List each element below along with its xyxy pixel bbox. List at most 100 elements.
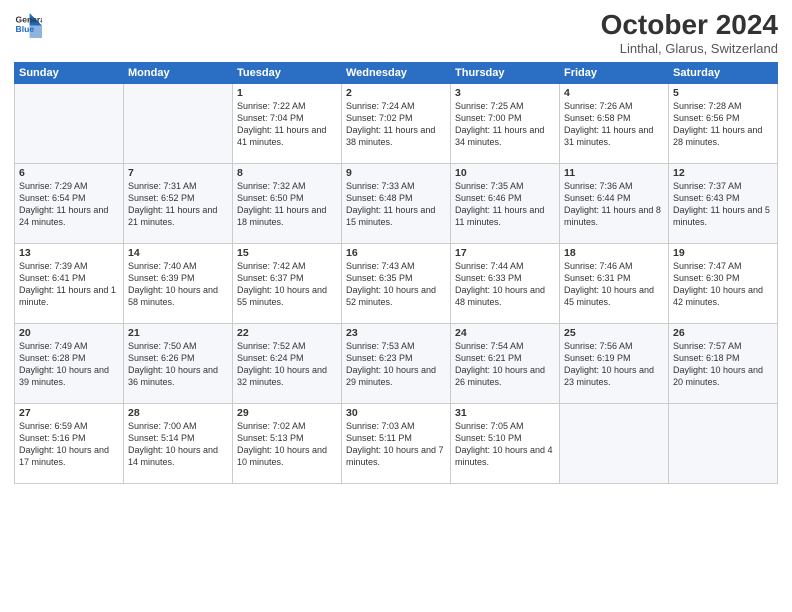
day-number: 12 [673, 167, 773, 179]
day-info: Sunrise: 7:22 AM Sunset: 7:04 PM Dayligh… [237, 100, 337, 149]
col-saturday: Saturday [669, 62, 778, 83]
calendar-cell: 10Sunrise: 7:35 AM Sunset: 6:46 PM Dayli… [451, 163, 560, 243]
day-info: Sunrise: 7:47 AM Sunset: 6:30 PM Dayligh… [673, 260, 773, 309]
col-thursday: Thursday [451, 62, 560, 83]
day-info: Sunrise: 6:59 AM Sunset: 5:16 PM Dayligh… [19, 420, 119, 469]
day-info: Sunrise: 7:03 AM Sunset: 5:11 PM Dayligh… [346, 420, 446, 469]
day-info: Sunrise: 7:39 AM Sunset: 6:41 PM Dayligh… [19, 260, 119, 309]
day-number: 8 [237, 167, 337, 179]
calendar-week-5: 27Sunrise: 6:59 AM Sunset: 5:16 PM Dayli… [15, 403, 778, 483]
calendar-cell: 13Sunrise: 7:39 AM Sunset: 6:41 PM Dayli… [15, 243, 124, 323]
day-info: Sunrise: 7:43 AM Sunset: 6:35 PM Dayligh… [346, 260, 446, 309]
day-number: 20 [19, 327, 119, 339]
col-sunday: Sunday [15, 62, 124, 83]
logo: General Blue [14, 10, 44, 38]
calendar-cell: 23Sunrise: 7:53 AM Sunset: 6:23 PM Dayli… [342, 323, 451, 403]
day-number: 23 [346, 327, 446, 339]
calendar-cell: 14Sunrise: 7:40 AM Sunset: 6:39 PM Dayli… [124, 243, 233, 323]
day-info: Sunrise: 7:36 AM Sunset: 6:44 PM Dayligh… [564, 180, 664, 229]
day-number: 10 [455, 167, 555, 179]
day-number: 31 [455, 407, 555, 419]
day-info: Sunrise: 7:49 AM Sunset: 6:28 PM Dayligh… [19, 340, 119, 389]
calendar-cell: 21Sunrise: 7:50 AM Sunset: 6:26 PM Dayli… [124, 323, 233, 403]
calendar-cell: 31Sunrise: 7:05 AM Sunset: 5:10 PM Dayli… [451, 403, 560, 483]
col-tuesday: Tuesday [233, 62, 342, 83]
calendar-cell [669, 403, 778, 483]
day-info: Sunrise: 7:35 AM Sunset: 6:46 PM Dayligh… [455, 180, 555, 229]
calendar-cell: 6Sunrise: 7:29 AM Sunset: 6:54 PM Daylig… [15, 163, 124, 243]
calendar-cell: 24Sunrise: 7:54 AM Sunset: 6:21 PM Dayli… [451, 323, 560, 403]
calendar-cell [15, 83, 124, 163]
day-number: 3 [455, 87, 555, 99]
day-info: Sunrise: 7:40 AM Sunset: 6:39 PM Dayligh… [128, 260, 228, 309]
day-info: Sunrise: 7:37 AM Sunset: 6:43 PM Dayligh… [673, 180, 773, 229]
page-container: General Blue October 2024 Linthal, Glaru… [0, 0, 792, 612]
calendar-cell: 8Sunrise: 7:32 AM Sunset: 6:50 PM Daylig… [233, 163, 342, 243]
day-number: 17 [455, 247, 555, 259]
day-number: 13 [19, 247, 119, 259]
calendar-cell: 30Sunrise: 7:03 AM Sunset: 5:11 PM Dayli… [342, 403, 451, 483]
day-info: Sunrise: 7:31 AM Sunset: 6:52 PM Dayligh… [128, 180, 228, 229]
day-number: 9 [346, 167, 446, 179]
calendar-cell [124, 83, 233, 163]
day-info: Sunrise: 7:25 AM Sunset: 7:00 PM Dayligh… [455, 100, 555, 149]
calendar-cell: 19Sunrise: 7:47 AM Sunset: 6:30 PM Dayli… [669, 243, 778, 323]
calendar: Sunday Monday Tuesday Wednesday Thursday… [14, 62, 778, 484]
calendar-week-1: 1Sunrise: 7:22 AM Sunset: 7:04 PM Daylig… [15, 83, 778, 163]
col-monday: Monday [124, 62, 233, 83]
calendar-week-3: 13Sunrise: 7:39 AM Sunset: 6:41 PM Dayli… [15, 243, 778, 323]
calendar-week-2: 6Sunrise: 7:29 AM Sunset: 6:54 PM Daylig… [15, 163, 778, 243]
day-number: 22 [237, 327, 337, 339]
day-info: Sunrise: 7:26 AM Sunset: 6:58 PM Dayligh… [564, 100, 664, 149]
day-number: 28 [128, 407, 228, 419]
calendar-cell: 20Sunrise: 7:49 AM Sunset: 6:28 PM Dayli… [15, 323, 124, 403]
day-number: 26 [673, 327, 773, 339]
day-info: Sunrise: 7:56 AM Sunset: 6:19 PM Dayligh… [564, 340, 664, 389]
title-block: October 2024 Linthal, Glarus, Switzerlan… [601, 10, 778, 56]
day-number: 5 [673, 87, 773, 99]
calendar-cell: 28Sunrise: 7:00 AM Sunset: 5:14 PM Dayli… [124, 403, 233, 483]
day-number: 2 [346, 87, 446, 99]
day-info: Sunrise: 7:52 AM Sunset: 6:24 PM Dayligh… [237, 340, 337, 389]
calendar-cell: 15Sunrise: 7:42 AM Sunset: 6:37 PM Dayli… [233, 243, 342, 323]
calendar-cell: 18Sunrise: 7:46 AM Sunset: 6:31 PM Dayli… [560, 243, 669, 323]
day-number: 4 [564, 87, 664, 99]
col-wednesday: Wednesday [342, 62, 451, 83]
day-info: Sunrise: 7:57 AM Sunset: 6:18 PM Dayligh… [673, 340, 773, 389]
day-info: Sunrise: 7:33 AM Sunset: 6:48 PM Dayligh… [346, 180, 446, 229]
col-friday: Friday [560, 62, 669, 83]
calendar-cell: 4Sunrise: 7:26 AM Sunset: 6:58 PM Daylig… [560, 83, 669, 163]
calendar-cell: 27Sunrise: 6:59 AM Sunset: 5:16 PM Dayli… [15, 403, 124, 483]
day-info: Sunrise: 7:24 AM Sunset: 7:02 PM Dayligh… [346, 100, 446, 149]
day-number: 25 [564, 327, 664, 339]
day-number: 16 [346, 247, 446, 259]
day-info: Sunrise: 7:00 AM Sunset: 5:14 PM Dayligh… [128, 420, 228, 469]
calendar-cell: 2Sunrise: 7:24 AM Sunset: 7:02 PM Daylig… [342, 83, 451, 163]
calendar-cell: 29Sunrise: 7:02 AM Sunset: 5:13 PM Dayli… [233, 403, 342, 483]
calendar-cell: 12Sunrise: 7:37 AM Sunset: 6:43 PM Dayli… [669, 163, 778, 243]
day-number: 27 [19, 407, 119, 419]
day-number: 7 [128, 167, 228, 179]
calendar-week-4: 20Sunrise: 7:49 AM Sunset: 6:28 PM Dayli… [15, 323, 778, 403]
day-number: 29 [237, 407, 337, 419]
day-number: 14 [128, 247, 228, 259]
day-number: 24 [455, 327, 555, 339]
svg-text:General: General [16, 14, 42, 24]
calendar-cell: 17Sunrise: 7:44 AM Sunset: 6:33 PM Dayli… [451, 243, 560, 323]
day-number: 18 [564, 247, 664, 259]
day-info: Sunrise: 7:42 AM Sunset: 6:37 PM Dayligh… [237, 260, 337, 309]
calendar-cell [560, 403, 669, 483]
day-info: Sunrise: 7:28 AM Sunset: 6:56 PM Dayligh… [673, 100, 773, 149]
day-info: Sunrise: 7:44 AM Sunset: 6:33 PM Dayligh… [455, 260, 555, 309]
day-info: Sunrise: 7:46 AM Sunset: 6:31 PM Dayligh… [564, 260, 664, 309]
day-number: 6 [19, 167, 119, 179]
calendar-cell: 7Sunrise: 7:31 AM Sunset: 6:52 PM Daylig… [124, 163, 233, 243]
calendar-cell: 5Sunrise: 7:28 AM Sunset: 6:56 PM Daylig… [669, 83, 778, 163]
calendar-cell: 22Sunrise: 7:52 AM Sunset: 6:24 PM Dayli… [233, 323, 342, 403]
logo-icon: General Blue [14, 10, 42, 38]
calendar-cell: 1Sunrise: 7:22 AM Sunset: 7:04 PM Daylig… [233, 83, 342, 163]
day-info: Sunrise: 7:05 AM Sunset: 5:10 PM Dayligh… [455, 420, 555, 469]
day-info: Sunrise: 7:50 AM Sunset: 6:26 PM Dayligh… [128, 340, 228, 389]
calendar-cell: 25Sunrise: 7:56 AM Sunset: 6:19 PM Dayli… [560, 323, 669, 403]
day-info: Sunrise: 7:29 AM Sunset: 6:54 PM Dayligh… [19, 180, 119, 229]
